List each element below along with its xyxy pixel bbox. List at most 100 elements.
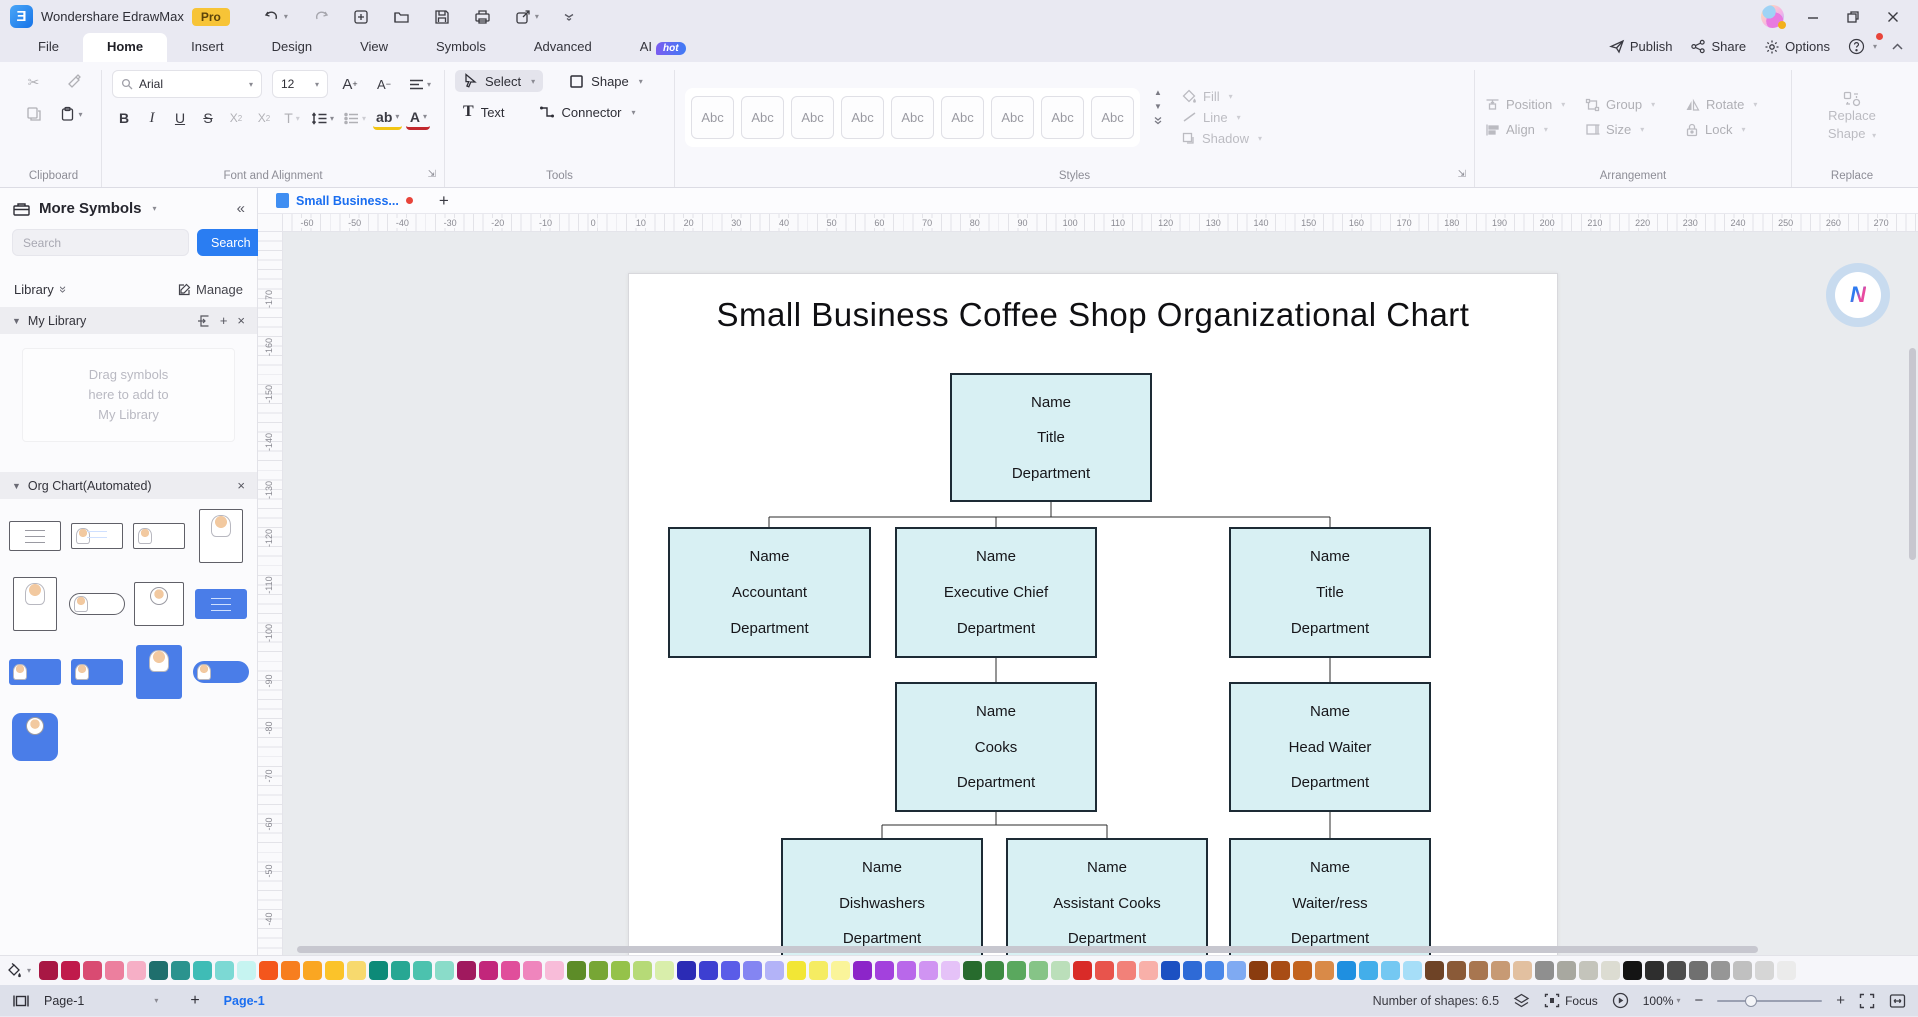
page-tab-active[interactable]: Page-1 bbox=[224, 994, 265, 1008]
color-swatch[interactable] bbox=[831, 961, 850, 980]
style-preset-chip[interactable]: Abc bbox=[741, 96, 784, 139]
print-button[interactable] bbox=[468, 5, 497, 29]
org-chart-symbol-thumbnail[interactable] bbox=[71, 659, 123, 685]
focus-button[interactable]: Focus bbox=[1544, 993, 1598, 1008]
color-swatch[interactable] bbox=[809, 961, 828, 980]
share-button[interactable]: Share bbox=[1686, 37, 1750, 56]
fill-button[interactable]: Fill▾ bbox=[1182, 89, 1262, 104]
color-swatch[interactable] bbox=[875, 961, 894, 980]
quick-access-collapse-button[interactable] bbox=[557, 8, 581, 26]
menu-view[interactable]: View bbox=[336, 33, 412, 62]
underline-button[interactable]: U bbox=[168, 106, 192, 130]
my-library-section-header[interactable]: ▼ My Library + × bbox=[0, 307, 257, 334]
open-button[interactable] bbox=[387, 5, 416, 29]
presentation-play-button[interactable] bbox=[1612, 992, 1629, 1009]
color-swatch[interactable] bbox=[633, 961, 652, 980]
color-swatch[interactable] bbox=[897, 961, 916, 980]
save-button[interactable] bbox=[428, 5, 456, 29]
size-button[interactable]: Size▾ bbox=[1585, 122, 1681, 137]
add-page-button[interactable]: + bbox=[190, 992, 199, 1010]
color-swatch[interactable] bbox=[1711, 961, 1730, 980]
strikethrough-button[interactable]: S bbox=[196, 106, 220, 130]
org-chart-symbol-thumbnail[interactable] bbox=[71, 523, 123, 549]
import-symbols-icon[interactable] bbox=[197, 315, 210, 327]
color-swatch[interactable] bbox=[963, 961, 982, 980]
color-swatch[interactable] bbox=[1007, 961, 1026, 980]
color-swatch[interactable] bbox=[303, 961, 322, 980]
color-swatch[interactable] bbox=[1513, 961, 1532, 980]
text-tool-button[interactable]: T Text bbox=[455, 100, 513, 124]
styles-scroll-down-button[interactable]: ▼ bbox=[1154, 102, 1162, 111]
color-swatch[interactable] bbox=[61, 961, 80, 980]
color-swatch[interactable] bbox=[435, 961, 454, 980]
shadow-button[interactable]: Shadow▾ bbox=[1182, 131, 1262, 146]
color-swatch[interactable] bbox=[655, 961, 674, 980]
horizontal-scrollbar-thumb[interactable] bbox=[297, 946, 1758, 953]
document-tab[interactable]: Small Business... bbox=[266, 188, 423, 213]
org-chart-symbol-thumbnail[interactable] bbox=[193, 661, 249, 683]
color-swatch[interactable] bbox=[545, 961, 564, 980]
text-effects-button[interactable]: T▾ bbox=[280, 106, 304, 130]
color-swatch[interactable] bbox=[237, 961, 256, 980]
color-swatch[interactable] bbox=[1249, 961, 1268, 980]
color-swatch[interactable] bbox=[1293, 961, 1312, 980]
color-swatch[interactable] bbox=[1315, 961, 1334, 980]
align-button[interactable]: Align▾ bbox=[1485, 122, 1581, 137]
color-swatch[interactable] bbox=[765, 961, 784, 980]
collapse-sidebar-button[interactable]: « bbox=[237, 200, 245, 217]
style-preset-chip[interactable]: Abc bbox=[691, 96, 734, 139]
color-swatch[interactable] bbox=[1139, 961, 1158, 980]
color-swatch[interactable] bbox=[699, 961, 718, 980]
org-chart-section-header[interactable]: ▼ Org Chart(Automated) × bbox=[0, 472, 257, 499]
color-swatch[interactable] bbox=[1469, 961, 1488, 980]
ai-assistant-button[interactable]: N bbox=[1826, 263, 1890, 327]
color-swatch[interactable] bbox=[413, 961, 432, 980]
bold-button[interactable]: B bbox=[112, 106, 136, 130]
org-chart-symbol-thumbnail[interactable] bbox=[69, 593, 125, 615]
manage-library-button[interactable]: Manage bbox=[178, 282, 243, 297]
page-selector-caret-icon[interactable]: ▾ bbox=[154, 996, 158, 1005]
color-swatch[interactable] bbox=[281, 961, 300, 980]
horizontal-scrollbar[interactable] bbox=[283, 945, 1906, 954]
color-swatch[interactable] bbox=[1073, 961, 1092, 980]
zoom-level-select[interactable]: 100% ▾ bbox=[1643, 994, 1681, 1008]
style-preset-chip[interactable]: Abc bbox=[1091, 96, 1134, 139]
color-swatch[interactable] bbox=[1029, 961, 1048, 980]
color-swatch[interactable] bbox=[259, 961, 278, 980]
decrease-font-button[interactable]: A− bbox=[372, 72, 396, 96]
color-swatch[interactable] bbox=[787, 961, 806, 980]
color-swatch[interactable] bbox=[369, 961, 388, 980]
color-swatch[interactable] bbox=[479, 961, 498, 980]
replace-shape-button[interactable]: Replace Shape ▾ bbox=[1814, 89, 1890, 144]
color-swatch[interactable] bbox=[1535, 961, 1554, 980]
color-swatch[interactable] bbox=[1425, 961, 1444, 980]
line-button[interactable]: Line▾ bbox=[1182, 110, 1262, 125]
color-swatch[interactable] bbox=[1447, 961, 1466, 980]
org-chart-symbol-thumbnail[interactable] bbox=[12, 713, 58, 761]
color-swatch[interactable] bbox=[1205, 961, 1224, 980]
minimize-button[interactable] bbox=[1806, 10, 1820, 24]
org-box-executive-chief[interactable]: NameExecutive ChiefDepartment bbox=[895, 527, 1097, 658]
color-swatch[interactable] bbox=[853, 961, 872, 980]
new-document-button[interactable] bbox=[347, 5, 375, 29]
color-swatch[interactable] bbox=[1117, 961, 1136, 980]
copy-button[interactable] bbox=[21, 102, 45, 126]
color-swatch[interactable] bbox=[1271, 961, 1290, 980]
cut-button[interactable]: ✂ bbox=[22, 70, 46, 94]
menu-ai[interactable]: AIhot bbox=[616, 33, 710, 62]
styles-more-button[interactable] bbox=[1153, 116, 1163, 125]
color-swatch[interactable] bbox=[1161, 961, 1180, 980]
org-box-cooks[interactable]: NameCooksDepartment bbox=[895, 682, 1097, 812]
color-swatch[interactable] bbox=[941, 961, 960, 980]
user-avatar[interactable] bbox=[1761, 5, 1784, 28]
zoom-slider[interactable] bbox=[1717, 1000, 1822, 1002]
color-swatch[interactable] bbox=[1095, 961, 1114, 980]
styles-group-expand-icon[interactable]: ⇲ bbox=[1458, 169, 1466, 180]
org-chart-symbol-thumbnail[interactable] bbox=[199, 509, 243, 563]
subscript-button[interactable]: X2 bbox=[252, 106, 276, 130]
menu-advanced[interactable]: Advanced bbox=[510, 33, 616, 62]
style-preset-chip[interactable]: Abc bbox=[841, 96, 884, 139]
org-box-waiter-ress[interactable]: NameWaiter/ressDepartment bbox=[1229, 838, 1431, 955]
org-chart-symbol-thumbnail[interactable] bbox=[133, 523, 185, 549]
org-chart-symbol-thumbnail[interactable] bbox=[134, 582, 184, 626]
